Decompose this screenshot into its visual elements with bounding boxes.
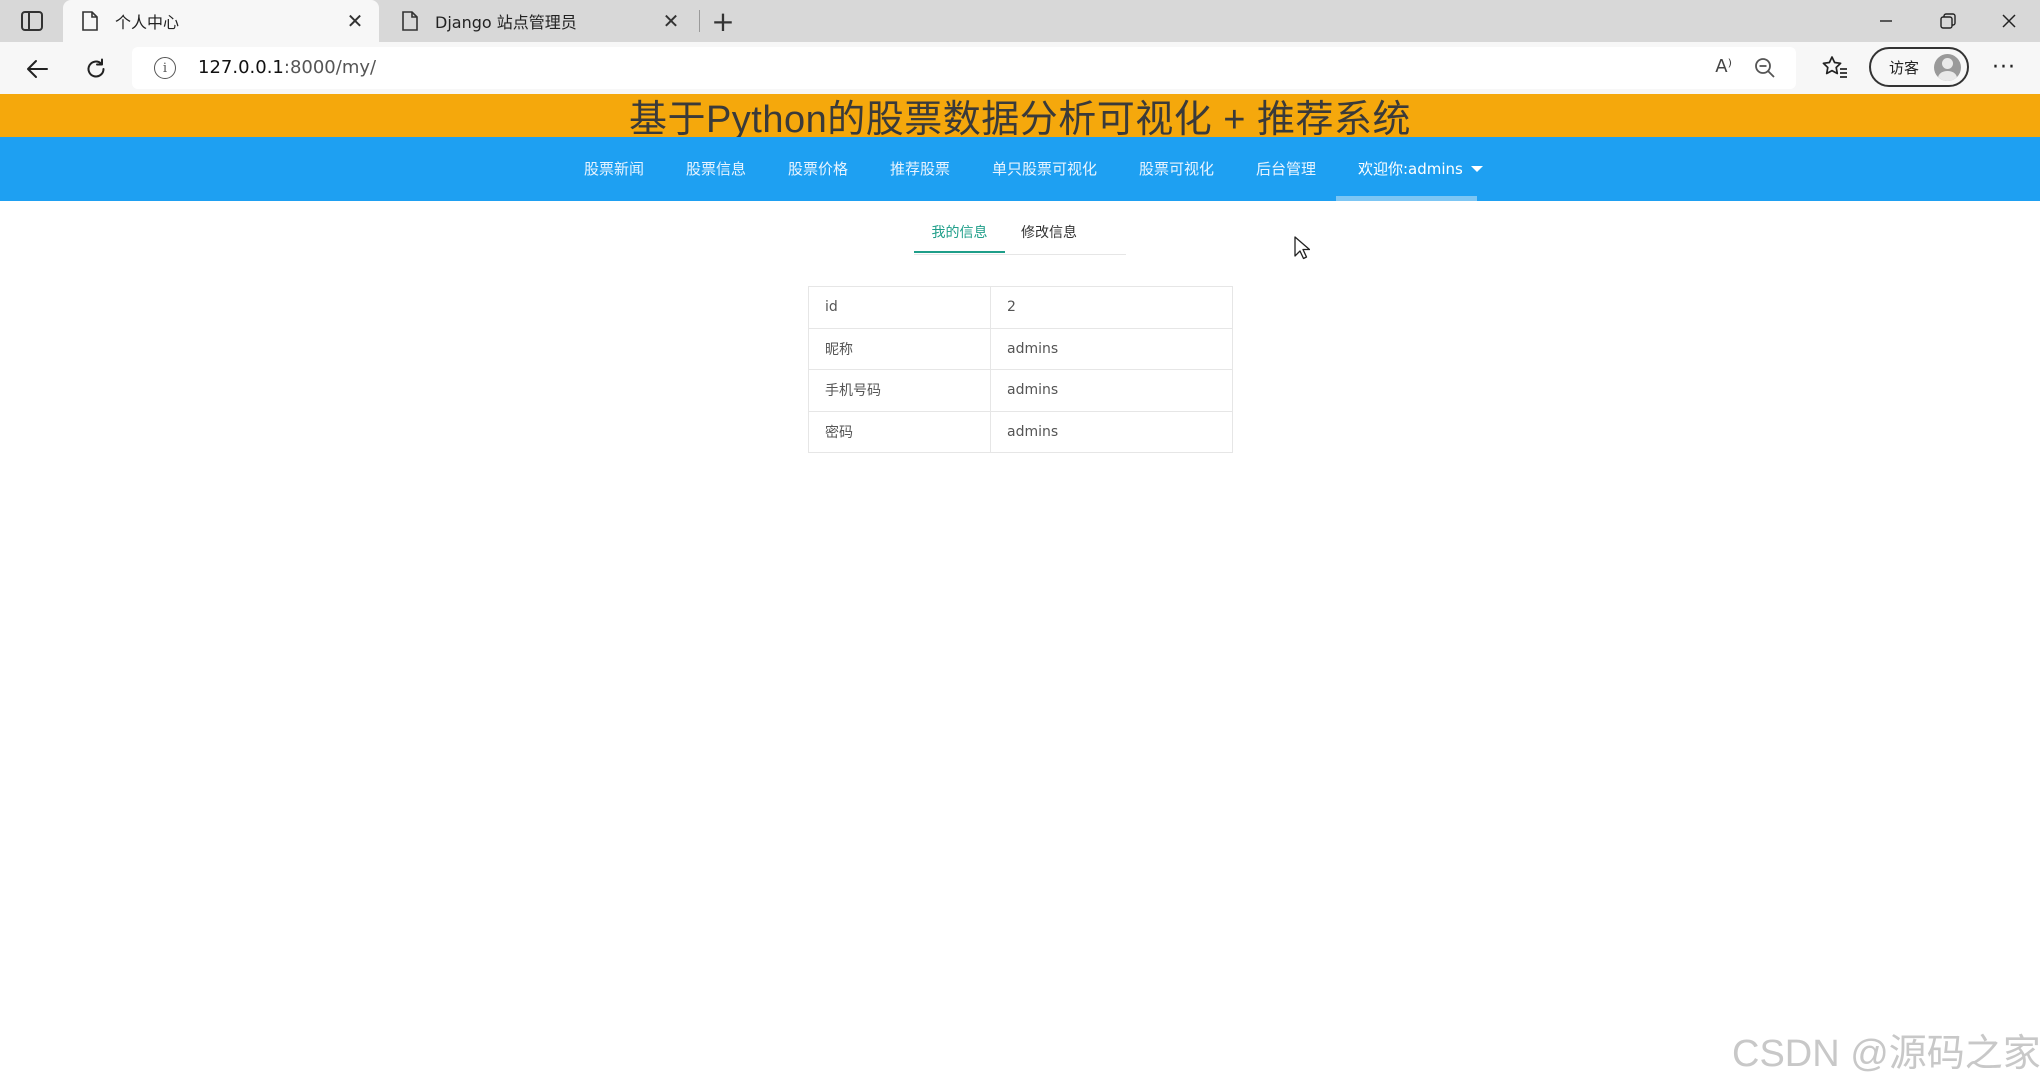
minimize-icon[interactable] xyxy=(1856,0,1916,42)
back-icon[interactable] xyxy=(20,52,54,86)
tab-separator xyxy=(699,10,700,32)
browser-tab-bar: 个人中心 ✕ Django 站点管理员 ✕ + xyxy=(0,0,2040,42)
site-banner: 基于Python的股票数据分析可视化 + 推荐系统 xyxy=(0,94,2040,141)
avatar-icon xyxy=(1934,54,1961,81)
nav-user-menu[interactable]: 欢迎你:admins xyxy=(1358,137,1483,201)
nav-item-stock-info[interactable]: 股票信息 xyxy=(686,137,746,201)
profile-info-table: id 2 昵称 admins 手机号码 admins 密码 admins xyxy=(808,286,1233,453)
url-host: 127.0.0.1 xyxy=(198,57,284,78)
address-bar[interactable]: i 127.0.0.1:8000/my/ A⁾ xyxy=(132,47,1796,89)
browser-toolbar: i 127.0.0.1:8000/my/ A⁾ 访客 ··· xyxy=(0,42,2040,94)
mouse-cursor-icon xyxy=(1294,236,1311,264)
nav-item-stock-price[interactable]: 股票价格 xyxy=(788,137,848,201)
tab-actions-icon[interactable] xyxy=(20,9,44,33)
close-tab-icon[interactable]: ✕ xyxy=(343,9,367,33)
profile-button[interactable]: 访客 xyxy=(1869,47,1969,87)
nav-active-indicator xyxy=(1336,196,1477,201)
field-label: 手机号码 xyxy=(808,369,991,412)
field-value: admins xyxy=(990,410,1233,453)
nav-item-recommend[interactable]: 推荐股票 xyxy=(890,137,950,201)
field-label: 密码 xyxy=(808,410,991,453)
more-options-icon[interactable]: ··· xyxy=(1986,52,2022,82)
read-aloud-icon[interactable]: A⁾ xyxy=(1715,56,1732,77)
page-icon xyxy=(399,10,421,32)
new-tab-icon[interactable]: + xyxy=(708,5,738,38)
url-path: :8000/my/ xyxy=(283,57,377,78)
tab-my-info[interactable]: 我的信息 xyxy=(914,220,1005,253)
browser-tab[interactable]: Django 站点管理员 ✕ xyxy=(383,0,695,42)
favorites-icon[interactable] xyxy=(1820,52,1850,82)
table-row: 密码 admins xyxy=(808,410,1233,453)
main-navbar: 股票新闻 股票信息 股票价格 推荐股票 单只股票可视化 股票可视化 后台管理 欢… xyxy=(0,137,2040,201)
close-window-icon[interactable] xyxy=(1979,0,2039,42)
watermark: CSDN @源码之家 xyxy=(1732,1033,2040,1075)
table-row: id 2 xyxy=(808,286,1233,329)
page-icon xyxy=(79,10,101,32)
field-label: 昵称 xyxy=(808,327,991,370)
nav-item-admin[interactable]: 后台管理 xyxy=(1256,137,1316,201)
reload-icon[interactable] xyxy=(79,52,113,86)
field-value: admins xyxy=(990,327,1233,370)
field-label: id xyxy=(808,286,991,329)
tab-title: Django 站点管理员 xyxy=(435,13,577,32)
zoom-icon[interactable] xyxy=(1754,57,1776,79)
profile-tabs: 我的信息 修改信息 xyxy=(914,220,1126,255)
nav-item-single-stock-viz[interactable]: 单只股票可视化 xyxy=(992,137,1097,201)
field-value: 2 xyxy=(990,286,1233,329)
site-info-icon[interactable]: i xyxy=(154,57,176,79)
caret-down-icon xyxy=(1470,165,1483,172)
close-tab-icon[interactable]: ✕ xyxy=(659,9,683,33)
table-row: 昵称 admins xyxy=(808,327,1233,370)
user-menu-label: 欢迎你:admins xyxy=(1358,160,1463,178)
tab-title: 个人中心 xyxy=(115,13,180,32)
site-title: 基于Python的股票数据分析可视化 + 推荐系统 xyxy=(628,99,1412,141)
restore-icon[interactable] xyxy=(1918,0,1978,42)
tab-edit-info[interactable]: 修改信息 xyxy=(1021,220,1077,253)
field-value: admins xyxy=(990,369,1233,412)
browser-tab-active[interactable]: 个人中心 ✕ xyxy=(63,0,379,42)
url-text: 127.0.0.1:8000/my/ xyxy=(198,57,376,78)
nav-item-stock-viz[interactable]: 股票可视化 xyxy=(1139,137,1214,201)
nav-item-stock-news[interactable]: 股票新闻 xyxy=(584,137,644,201)
table-row: 手机号码 admins xyxy=(808,369,1233,412)
profile-label: 访客 xyxy=(1889,58,1920,77)
